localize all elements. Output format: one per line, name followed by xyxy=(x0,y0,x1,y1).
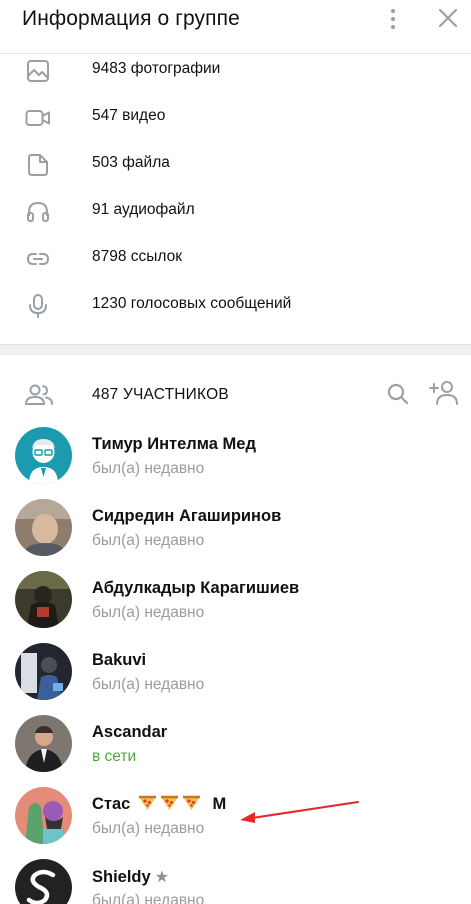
member-status: был(а) недавно xyxy=(92,820,205,837)
media-row-files[interactable]: 503 файла xyxy=(0,141,471,188)
member-name: Стас M xyxy=(92,795,226,814)
member-row[interactable]: Bakuvi был(а) недавно xyxy=(0,636,471,708)
media-row-audio[interactable]: 91 аудиофайл xyxy=(0,188,471,235)
avatar xyxy=(15,787,72,844)
members-icon xyxy=(24,383,54,407)
member-name: Тимур Интелма Мед xyxy=(92,435,256,453)
avatar xyxy=(15,427,72,484)
avatar xyxy=(15,715,72,772)
member-status: был(а) недавно xyxy=(92,460,205,477)
member-row[interactable]: Shieldy ★ был(а) недавно xyxy=(0,852,471,904)
member-row[interactable]: Тимур Интелма Мед был(а) недавно xyxy=(0,420,471,492)
media-row-videos[interactable]: 547 видео xyxy=(0,94,471,141)
member-name: Сидредин Агаширинов xyxy=(92,507,282,525)
annotation-arrow xyxy=(240,801,359,823)
avatar xyxy=(15,571,72,628)
media-row-links[interactable]: 8798 ссылок xyxy=(0,235,471,282)
member-status-online: в сети xyxy=(92,748,137,765)
video-icon xyxy=(25,105,51,131)
media-label: 8798 ссылок xyxy=(92,248,183,265)
search-icon[interactable] xyxy=(386,382,410,406)
star-icon: ★ xyxy=(154,869,170,886)
file-icon xyxy=(25,152,51,178)
microphone-icon xyxy=(25,293,51,319)
media-label: 1230 голосовых сообщений xyxy=(92,295,292,312)
media-label: 503 файла xyxy=(92,154,170,171)
avatar xyxy=(15,499,72,556)
member-name: Абдулкадыр Карагишиев xyxy=(92,579,300,597)
member-row[interactable]: Ascandar в сети xyxy=(0,708,471,780)
photo-icon xyxy=(25,58,51,84)
media-label: 9483 фотографии xyxy=(92,60,221,77)
more-options-icon[interactable] xyxy=(382,5,404,33)
media-row-photos[interactable]: 9483 фотографии xyxy=(0,47,471,94)
avatar xyxy=(15,643,72,700)
media-label: 547 видео xyxy=(92,107,166,124)
member-name: Ascandar xyxy=(92,723,168,741)
member-name-text: Стас xyxy=(92,795,131,813)
media-row-voice[interactable]: 1230 голосовых сообщений xyxy=(0,282,471,329)
page-title: Информация о группе xyxy=(22,7,240,30)
add-member-icon[interactable] xyxy=(428,380,458,406)
close-icon[interactable] xyxy=(434,4,462,32)
header: Информация о группе xyxy=(0,0,471,54)
section-divider xyxy=(0,344,471,355)
members-count: 487 УЧАСТНИКОВ xyxy=(92,386,229,403)
link-icon xyxy=(25,246,51,272)
member-status: был(а) недавно xyxy=(92,892,205,904)
members-header: 487 УЧАСТНИКОВ xyxy=(0,368,471,420)
member-name-text: Shieldy xyxy=(92,868,151,886)
member-row[interactable]: Сидредин Агаширинов был(а) недавно xyxy=(0,492,471,564)
member-status: был(а) недавно xyxy=(92,604,205,621)
member-row[interactable]: Абдулкадыр Карагишиев был(а) недавно xyxy=(0,564,471,636)
member-status: был(а) недавно xyxy=(92,676,205,693)
member-name: Bakuvi xyxy=(92,651,147,669)
member-status: был(а) недавно xyxy=(92,532,205,549)
pizza-emoji-icons xyxy=(138,795,209,813)
member-name-suffix: M xyxy=(212,795,227,813)
headphones-icon xyxy=(25,199,51,225)
avatar xyxy=(15,859,72,904)
member-name: Shieldy ★ xyxy=(92,867,169,887)
media-label: 91 аудиофайл xyxy=(92,201,195,218)
